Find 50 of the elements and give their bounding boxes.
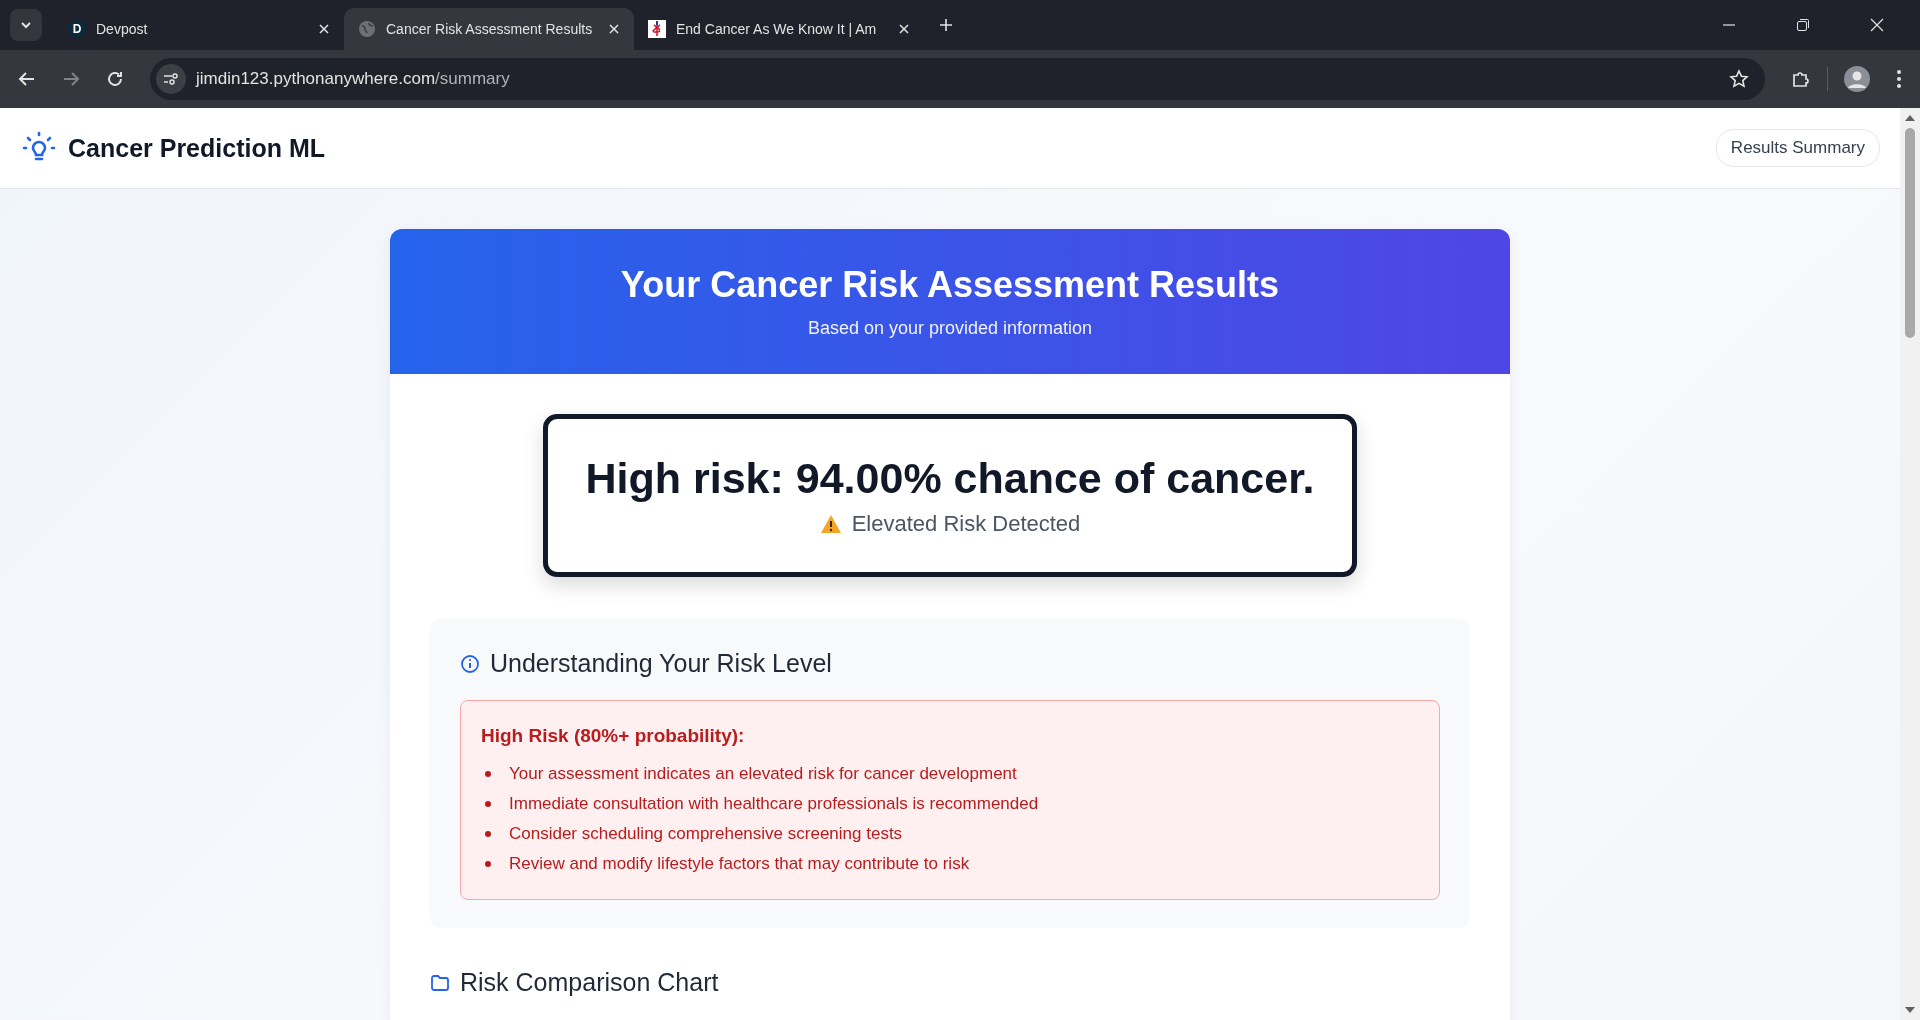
close-icon[interactable] [898, 23, 910, 35]
browser-tab[interactable]: End Cancer As We Know It | Am [634, 8, 924, 50]
info-icon [460, 653, 480, 674]
folder-icon [430, 973, 450, 992]
risk-headline: High risk: 94.00% chance of cancer. [585, 454, 1315, 503]
warning-icon [819, 514, 842, 534]
url-text: jimdin123.pythonanywhere.com/summary [196, 69, 510, 89]
alert-point: Your assessment indicates an elevated risk for cancer development [509, 763, 1017, 785]
banner-title: Your Cancer Risk Assessment Results [620, 264, 1280, 306]
close-icon[interactable] [1870, 18, 1884, 32]
address-bar[interactable]: jimdin123.pythonanywhere.com/summary [150, 58, 1765, 100]
globe-icon [358, 20, 376, 38]
scroll-thumb[interactable] [1905, 128, 1915, 338]
alert-point: Consider scheduling comprehensive screening tests [509, 823, 903, 845]
reload-icon[interactable] [106, 70, 124, 88]
bullet-icon [485, 801, 491, 807]
tab-title: Cancer Risk Assessment Results [386, 21, 594, 37]
back-icon[interactable] [18, 70, 36, 88]
brand-title: Cancer Prediction ML [68, 133, 325, 163]
favicon: D [68, 20, 86, 38]
bullet-icon [485, 861, 491, 867]
restore-icon[interactable] [1796, 18, 1810, 32]
puzzle-icon[interactable] [1791, 69, 1811, 89]
bullet-icon [485, 831, 491, 837]
ribbon-logo-icon [648, 20, 666, 38]
avatar-icon[interactable] [1844, 66, 1870, 92]
close-icon[interactable] [608, 23, 620, 35]
section-title: Understanding Your Risk Level [490, 649, 832, 678]
scroll-down-icon[interactable] [1904, 1006, 1916, 1014]
section-title: Risk Comparison Chart [460, 968, 719, 997]
results-summary-button[interactable]: Results Summary [1715, 129, 1880, 167]
forward-icon[interactable] [62, 70, 80, 88]
site-settings-icon[interactable] [156, 64, 186, 94]
alert-heading: High Risk (80%+ probability): [481, 725, 746, 747]
scroll-up-icon[interactable] [1904, 114, 1916, 122]
new-tab-icon[interactable] [938, 17, 954, 33]
browser-tab[interactable]: D Devpost [54, 8, 344, 50]
alert-point: Review and modify lifestyle factors that may contribute to risk [509, 853, 970, 875]
tab-search-button[interactable] [10, 9, 42, 41]
star-icon[interactable] [1729, 69, 1749, 89]
browser-tab[interactable]: Cancer Risk Assessment Results [344, 8, 634, 50]
tab-title: Devpost [96, 21, 149, 37]
tab-title: End Cancer As We Know It | Am [676, 21, 878, 37]
banner-subtitle: Based on your provided information [807, 318, 1093, 339]
close-icon[interactable] [318, 23, 330, 35]
scrollbar[interactable] [1900, 108, 1920, 1020]
bullet-icon [485, 771, 491, 777]
menu-icon[interactable] [1896, 69, 1902, 89]
risk-status: Elevated Risk Detected [851, 511, 1081, 537]
alert-point: Immediate consultation with healthcare professionals is recommended [509, 793, 1039, 815]
